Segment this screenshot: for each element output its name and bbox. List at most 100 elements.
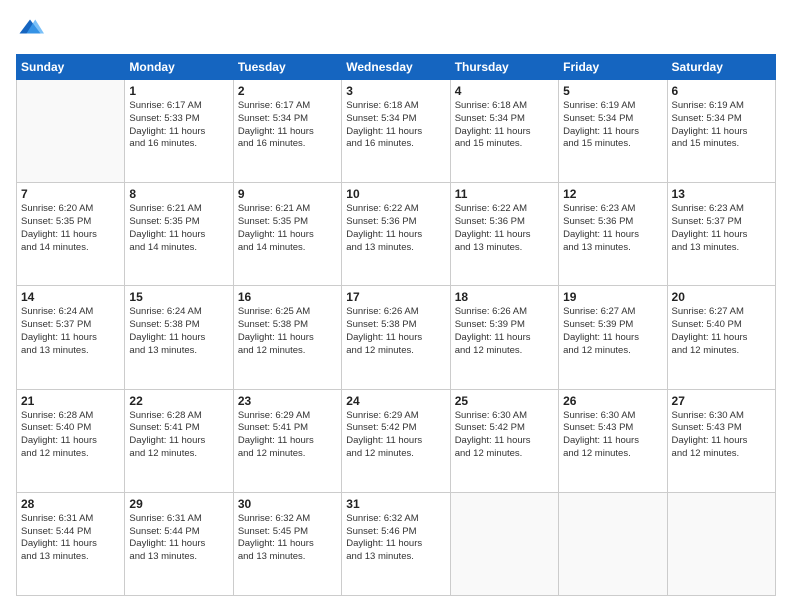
day-info: Daylight: 11 hours [563, 435, 662, 448]
day-info: Daylight: 11 hours [672, 126, 771, 139]
day-number: 12 [563, 187, 662, 201]
day-number: 28 [21, 497, 120, 511]
day-info: Sunrise: 6:26 AM [455, 306, 554, 319]
day-info: Sunrise: 6:23 AM [672, 203, 771, 216]
day-info: Sunset: 5:37 PM [672, 216, 771, 229]
day-info: and 13 minutes. [563, 242, 662, 255]
day-info: Sunrise: 6:19 AM [672, 100, 771, 113]
col-header-thursday: Thursday [450, 55, 558, 80]
day-number: 18 [455, 290, 554, 304]
day-info: Sunset: 5:40 PM [21, 422, 120, 435]
day-info: Sunset: 5:34 PM [672, 113, 771, 126]
day-number: 5 [563, 84, 662, 98]
day-info: Sunrise: 6:27 AM [672, 306, 771, 319]
page: SundayMondayTuesdayWednesdayThursdayFrid… [0, 0, 792, 612]
day-number: 22 [129, 394, 228, 408]
day-info: Daylight: 11 hours [563, 332, 662, 345]
day-info: Sunset: 5:33 PM [129, 113, 228, 126]
day-number: 8 [129, 187, 228, 201]
day-info: Sunset: 5:41 PM [238, 422, 337, 435]
day-info: Sunrise: 6:25 AM [238, 306, 337, 319]
day-info: Sunset: 5:42 PM [346, 422, 445, 435]
day-info: Daylight: 11 hours [346, 332, 445, 345]
day-info: Sunrise: 6:17 AM [238, 100, 337, 113]
day-number: 1 [129, 84, 228, 98]
day-info: and 15 minutes. [672, 138, 771, 151]
calendar-cell: 14Sunrise: 6:24 AMSunset: 5:37 PMDayligh… [17, 286, 125, 389]
day-number: 13 [672, 187, 771, 201]
day-info: Sunrise: 6:17 AM [129, 100, 228, 113]
calendar-cell: 5Sunrise: 6:19 AMSunset: 5:34 PMDaylight… [559, 80, 667, 183]
day-info: Sunrise: 6:18 AM [455, 100, 554, 113]
day-info: and 14 minutes. [238, 242, 337, 255]
day-number: 7 [21, 187, 120, 201]
day-info: Sunrise: 6:21 AM [238, 203, 337, 216]
calendar-cell [559, 492, 667, 595]
day-info: Sunrise: 6:30 AM [563, 410, 662, 423]
day-number: 9 [238, 187, 337, 201]
day-info: Sunset: 5:44 PM [21, 526, 120, 539]
day-info: Daylight: 11 hours [563, 126, 662, 139]
day-number: 23 [238, 394, 337, 408]
calendar-cell: 28Sunrise: 6:31 AMSunset: 5:44 PMDayligh… [17, 492, 125, 595]
day-number: 2 [238, 84, 337, 98]
calendar-cell: 1Sunrise: 6:17 AMSunset: 5:33 PMDaylight… [125, 80, 233, 183]
day-info: Sunrise: 6:24 AM [21, 306, 120, 319]
day-info: and 12 minutes. [21, 448, 120, 461]
day-info: and 13 minutes. [238, 551, 337, 564]
day-info: Sunset: 5:35 PM [238, 216, 337, 229]
calendar-cell: 7Sunrise: 6:20 AMSunset: 5:35 PMDaylight… [17, 183, 125, 286]
calendar-cell [667, 492, 775, 595]
day-info: and 14 minutes. [129, 242, 228, 255]
day-info: Daylight: 11 hours [129, 332, 228, 345]
calendar-cell: 9 Sunrise: 6:21 AMSunset: 5:35 PMDaylight… [233, 183, 341, 286]
day-info: Daylight: 11 hours [455, 229, 554, 242]
col-header-friday: Friday [559, 55, 667, 80]
day-info: Daylight: 11 hours [129, 538, 228, 551]
calendar-cell: 31Sunrise: 6:32 AMSunset: 5:46 PMDayligh… [342, 492, 450, 595]
day-info: and 13 minutes. [455, 242, 554, 255]
calendar-cell: 15Sunrise: 6:24 AMSunset: 5:38 PMDayligh… [125, 286, 233, 389]
day-info: Sunset: 5:34 PM [455, 113, 554, 126]
day-info: Daylight: 11 hours [238, 229, 337, 242]
day-info: Sunrise: 6:30 AM [455, 410, 554, 423]
col-header-saturday: Saturday [667, 55, 775, 80]
day-info: Sunset: 5:38 PM [238, 319, 337, 332]
day-info: Sunrise: 6:23 AM [563, 203, 662, 216]
day-info: and 16 minutes. [346, 138, 445, 151]
day-info: and 12 minutes. [238, 345, 337, 358]
day-number: 25 [455, 394, 554, 408]
calendar-cell: 3Sunrise: 6:18 AMSunset: 5:34 PMDaylight… [342, 80, 450, 183]
day-info: Daylight: 11 hours [455, 126, 554, 139]
day-number: 10 [346, 187, 445, 201]
day-info: and 12 minutes. [455, 345, 554, 358]
calendar-cell: 20Sunrise: 6:27 AMSunset: 5:40 PMDayligh… [667, 286, 775, 389]
day-info: and 13 minutes. [129, 551, 228, 564]
calendar-cell [17, 80, 125, 183]
logo [16, 16, 48, 44]
day-info: Sunset: 5:42 PM [455, 422, 554, 435]
day-info: and 15 minutes. [563, 138, 662, 151]
day-number: 11 [455, 187, 554, 201]
calendar-cell: 30Sunrise: 6:32 AMSunset: 5:45 PMDayligh… [233, 492, 341, 595]
day-info: and 12 minutes. [563, 345, 662, 358]
day-info: Daylight: 11 hours [346, 229, 445, 242]
day-info: Sunrise: 6:30 AM [672, 410, 771, 423]
day-number: 21 [21, 394, 120, 408]
day-info: and 12 minutes. [238, 448, 337, 461]
day-info: Daylight: 11 hours [672, 435, 771, 448]
day-number: 6 [672, 84, 771, 98]
day-info: Sunrise: 6:18 AM [346, 100, 445, 113]
day-info: Daylight: 11 hours [21, 229, 120, 242]
day-info: Sunrise: 6:31 AM [21, 513, 120, 526]
day-info: and 16 minutes. [238, 138, 337, 151]
day-info: Daylight: 11 hours [238, 332, 337, 345]
day-info: Sunrise: 6:26 AM [346, 306, 445, 319]
calendar-cell: 24Sunrise: 6:29 AMSunset: 5:42 PMDayligh… [342, 389, 450, 492]
day-info: Sunrise: 6:28 AM [129, 410, 228, 423]
header [16, 16, 776, 44]
day-info: Sunset: 5:37 PM [21, 319, 120, 332]
day-number: 26 [563, 394, 662, 408]
day-info: Sunset: 5:34 PM [238, 113, 337, 126]
calendar-table: SundayMondayTuesdayWednesdayThursdayFrid… [16, 54, 776, 596]
